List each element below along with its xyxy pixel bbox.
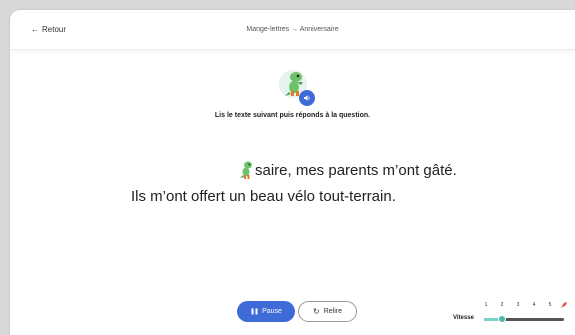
mascot [279,70,315,106]
dinosaur-icon [240,161,252,179]
speed-label: Vitesse [453,315,474,321]
speed-tick: 2 [500,302,504,308]
instruction-text: Lis le texte suivant puis réponds à la q… [214,112,371,119]
reading-line-2: Ils m’ont offert un beau vélo tout-terra… [131,188,396,205]
speed-tick: 3 [516,302,520,308]
speaker-icon [304,95,310,101]
replay-icon: ↻ [313,307,320,316]
speed-tick: 4 [532,302,536,308]
audio-button[interactable] [299,90,315,106]
reading-line-1-text: saire, mes parents m’ont gâté. [255,161,457,179]
speed-tick: 5 [548,302,552,308]
speed-slider-thumb[interactable] [498,315,506,323]
speed-tick: 1 [484,302,488,308]
pause-icon: ❚❚ [250,309,259,315]
breadcrumb: Mange-lettres → Anniversaire [246,26,339,33]
speed-ticks: 1 2 3 4 5 [484,302,574,310]
speed-slider[interactable] [484,315,564,323]
reading-line-1: saire, mes parents m’ont gâté. [240,160,457,180]
app-window: ← Retour Mange-lettres → Anniversaire Li… [10,10,575,335]
replay-label: Relire [323,308,342,315]
pause-label: Pause [262,308,282,315]
pause-button[interactable]: ❚❚ Pause [237,301,295,322]
rocket-icon [560,302,567,309]
top-bar: ← Retour Mange-lettres → Anniversaire [10,10,575,50]
replay-button[interactable]: ↻ Relire [298,301,357,322]
